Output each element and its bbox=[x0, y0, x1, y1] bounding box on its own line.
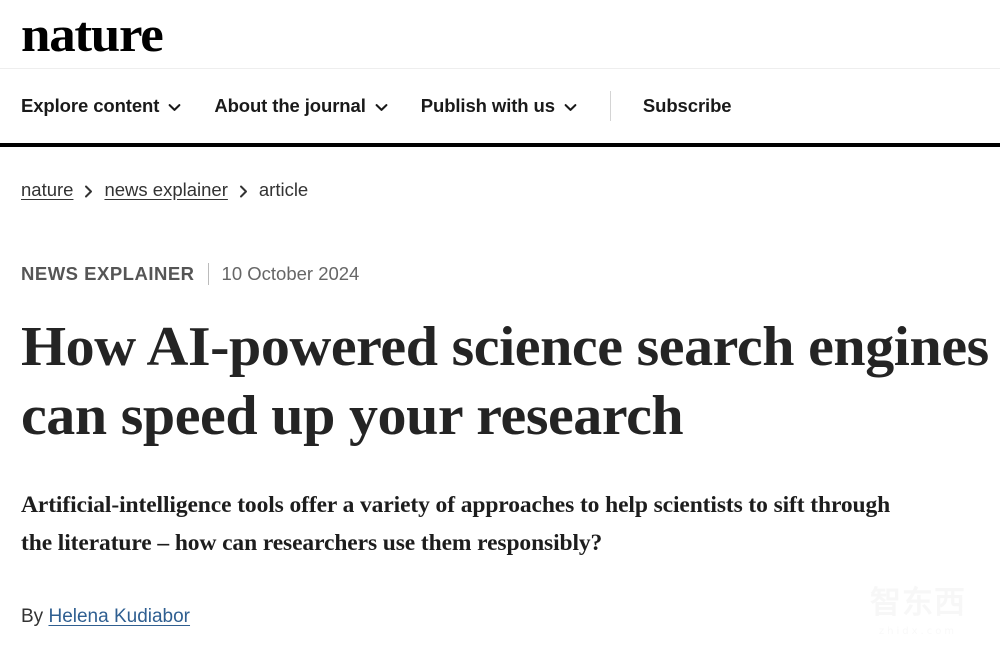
article-content: nature news explainer article NEWS EXPLA… bbox=[0, 179, 1000, 628]
main-navigation: Explore content About the journal Publis… bbox=[0, 69, 1000, 143]
breadcrumb-item-article: article bbox=[258, 179, 309, 200]
chevron-down-icon bbox=[375, 101, 388, 114]
breadcrumb-item-news-explainer[interactable]: news explainer bbox=[104, 179, 227, 201]
nature-logo[interactable]: nature bbox=[21, 9, 164, 59]
article-standfirst: Artificial-intelligence tools offer a va… bbox=[21, 491, 891, 556]
nav-item-label: About the journal bbox=[214, 95, 366, 116]
article-type-label: NEWS EXPLAINER bbox=[21, 263, 195, 284]
breadcrumb-item-nature[interactable]: nature bbox=[21, 179, 73, 201]
page-title: How AI-powered science search engines ca… bbox=[21, 316, 989, 448]
byline-author-link[interactable]: Helena Kudiabor bbox=[48, 606, 190, 627]
byline: By Helena Kudiabor bbox=[21, 606, 979, 628]
meta-divider bbox=[207, 263, 209, 285]
header-black-rule bbox=[0, 143, 1000, 147]
article-meta: NEWS EXPLAINER 10 October 2024 bbox=[21, 263, 979, 285]
chevron-right-icon bbox=[84, 185, 93, 198]
nav-item-label: Publish with us bbox=[420, 95, 555, 116]
chevron-down-icon bbox=[168, 101, 181, 114]
nav-item-explore-content[interactable]: Explore content bbox=[21, 95, 181, 117]
nav-item-label: Explore content bbox=[21, 95, 160, 116]
article-date: 10 October 2024 bbox=[221, 263, 360, 284]
nav-item-label: Subscribe bbox=[642, 95, 732, 116]
nav-item-publish-with-us[interactable]: Publish with us bbox=[421, 95, 577, 117]
nav-item-about-the-journal[interactable]: About the journal bbox=[214, 95, 388, 117]
chevron-down-icon bbox=[564, 101, 577, 114]
nav-item-subscribe[interactable]: Subscribe bbox=[643, 95, 732, 117]
site-masthead: nature bbox=[0, 0, 1000, 68]
byline-prefix: By bbox=[21, 606, 44, 627]
nav-vertical-divider bbox=[609, 91, 611, 121]
breadcrumb: nature news explainer article bbox=[21, 179, 979, 201]
chevron-right-icon bbox=[239, 185, 248, 198]
